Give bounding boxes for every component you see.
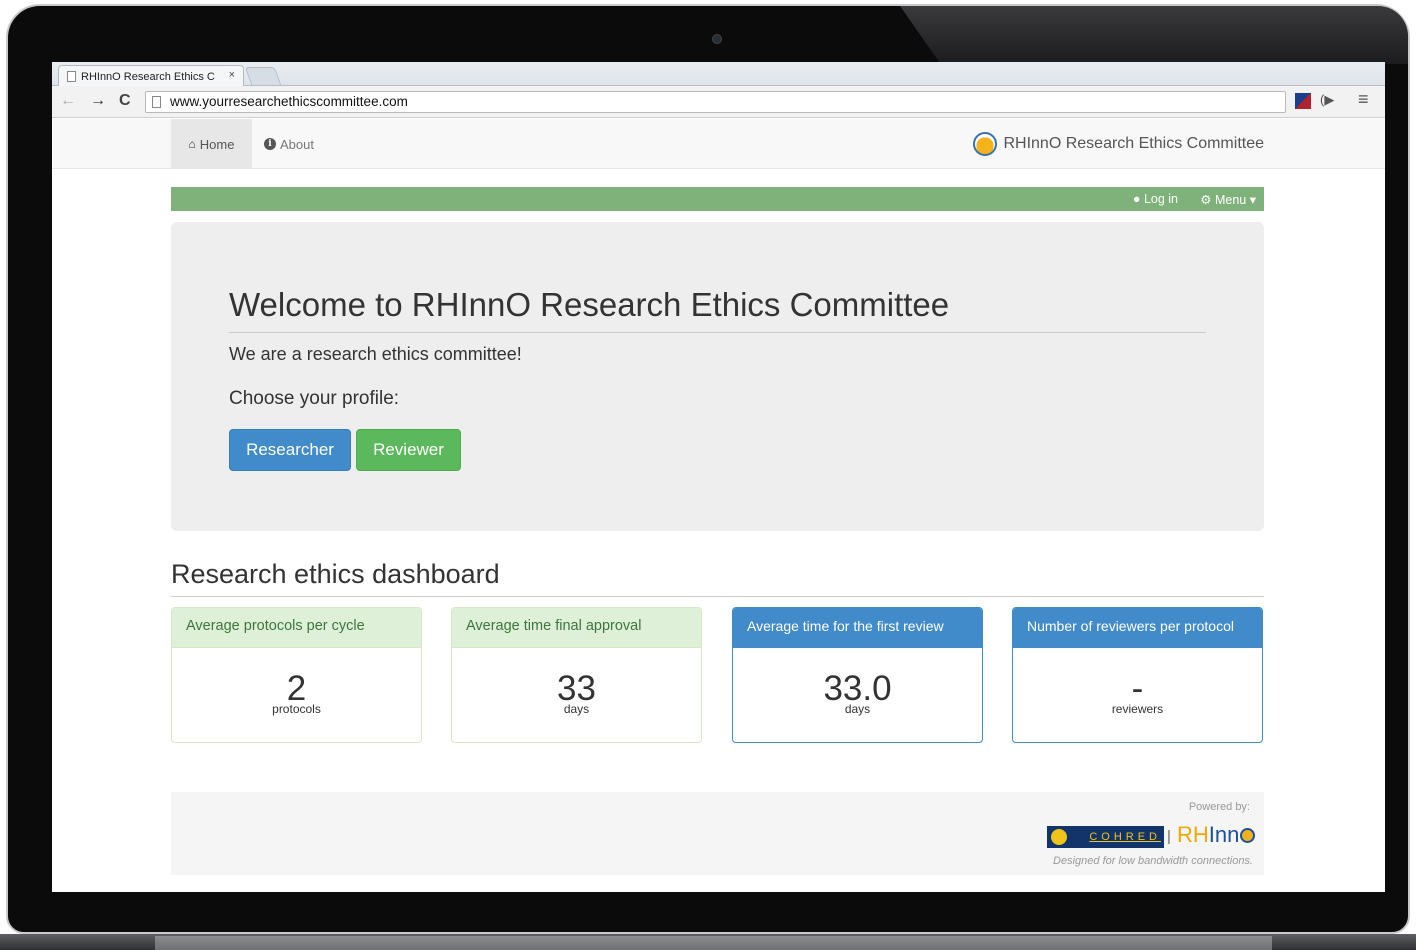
welcome-jumbotron: Welcome to RHInnO Research Ethics Commit… xyxy=(171,222,1264,531)
extension-icon[interactable] xyxy=(1295,93,1311,109)
panel-heading: Average protocols per cycle xyxy=(172,608,421,648)
stat-panel-final-approval: Average time final approval 33 days xyxy=(451,607,702,743)
page-icon xyxy=(152,96,161,108)
menu-label: Menu xyxy=(1214,193,1247,207)
panel-heading: Average time for the first review xyxy=(733,608,982,648)
new-tab-button[interactable] xyxy=(244,67,282,85)
footer: Powered by: COHRED | RH Inn Designed for … xyxy=(171,792,1264,875)
rhinno-o-icon xyxy=(1240,827,1256,843)
stat-unit: days xyxy=(844,702,871,716)
home-icon: ⌂ xyxy=(188,137,196,151)
camera-icon xyxy=(712,34,722,44)
logo-separator: | xyxy=(1167,828,1171,845)
page-title: Welcome to RHInnO Research Ethics Commit… xyxy=(229,286,1206,333)
panel-body: 2 protocols xyxy=(172,648,421,742)
tab-close-icon[interactable]: × xyxy=(229,69,235,81)
globe-icon xyxy=(1051,829,1067,845)
nav-about-label: About xyxy=(280,136,314,152)
bezel-reflection xyxy=(900,6,1408,64)
stat-unit: protocols xyxy=(272,702,321,716)
panel-body: 33 days xyxy=(452,648,701,742)
login-link[interactable]: ● Log in xyxy=(1133,192,1178,206)
cohred-logo[interactable]: COHRED xyxy=(1047,826,1164,848)
address-bar[interactable]: www.yourresearchethicscommittee.com xyxy=(145,91,1286,113)
brand-link[interactable]: RHInnO Research Ethics Committee xyxy=(973,132,1264,156)
stat-panel-protocols: Average protocols per cycle 2 protocols xyxy=(171,607,422,743)
cohred-label: COHRED xyxy=(1089,831,1161,843)
panel-body: 33.0 days xyxy=(733,648,982,742)
nav-home-link[interactable]: ⌂ Home xyxy=(171,119,252,169)
info-icon: i xyxy=(264,138,276,150)
nav-home-label: Home xyxy=(199,136,235,152)
forward-arrow-icon[interactable]: → xyxy=(90,92,106,110)
stat-panel-first-review: Average time for the first review 33.0 d… xyxy=(732,607,983,743)
brand-name: RHInnO Research Ethics Committee xyxy=(1003,135,1264,152)
stat-unit: days xyxy=(563,702,590,716)
panel-heading: Average time final approval xyxy=(452,608,701,648)
gear-icon: ⚙ xyxy=(1200,193,1212,207)
reload-icon[interactable]: C xyxy=(119,92,131,110)
user-bar: ● Log in ⚙ Menu ▾ xyxy=(171,187,1264,211)
site-navbar: ⌂ Home i About RHInnO Research Ethics Co… xyxy=(52,119,1385,169)
dashboard-title: Research ethics dashboard xyxy=(171,559,1264,597)
researcher-button[interactable]: Researcher xyxy=(229,429,351,471)
designed-note: Designed for low bandwidth connections. xyxy=(1053,855,1253,867)
rhinno-inn: Inn xyxy=(1208,822,1240,847)
rhinno-logo-icon xyxy=(973,132,998,156)
powered-by-text: Powered by: xyxy=(1188,801,1250,813)
panel-heading: Number of reviewers per protocol xyxy=(1013,608,1262,648)
rhinno-logo[interactable]: RH Inn xyxy=(1177,822,1256,848)
screen: RHInnO Research Ethics C × ← → C www.you… xyxy=(52,62,1385,892)
audio-extension-icon[interactable]: (▶ xyxy=(1320,92,1334,108)
rhinno-rh: RH xyxy=(1177,822,1209,847)
reviewer-button[interactable]: Reviewer xyxy=(356,429,461,471)
page-icon xyxy=(67,71,76,82)
intro-text: We are a research ethics committee! xyxy=(229,344,522,364)
choose-profile-text: Choose your profile: xyxy=(229,388,400,409)
nav-about-link[interactable]: i About xyxy=(264,119,314,169)
menu-dropdown[interactable]: ⚙ Menu ▾ xyxy=(1200,192,1256,207)
browser-toolbar: ← → C www.yourresearchethicscommittee.co… xyxy=(52,86,1385,118)
user-icon: ● xyxy=(1132,192,1141,206)
stat-unit: reviewers xyxy=(1111,702,1164,716)
laptop-base-edge xyxy=(155,936,1272,950)
browser-tab-bar: RHInnO Research Ethics C × xyxy=(52,62,1385,87)
caret-down-icon: ▾ xyxy=(1249,193,1256,207)
browser-menu-icon[interactable]: ≡ xyxy=(1358,89,1369,110)
tab-title: RHInnO Research Ethics C xyxy=(81,70,215,83)
url-text: www.yourresearchethicscommittee.com xyxy=(170,94,408,109)
stat-panel-reviewers: Number of reviewers per protocol - revie… xyxy=(1012,607,1263,743)
back-arrow-icon[interactable]: ← xyxy=(60,92,76,110)
browser-tab[interactable]: RHInnO Research Ethics C × xyxy=(58,65,244,87)
login-label: Log in xyxy=(1143,192,1178,206)
panel-body: - reviewers xyxy=(1013,648,1262,742)
